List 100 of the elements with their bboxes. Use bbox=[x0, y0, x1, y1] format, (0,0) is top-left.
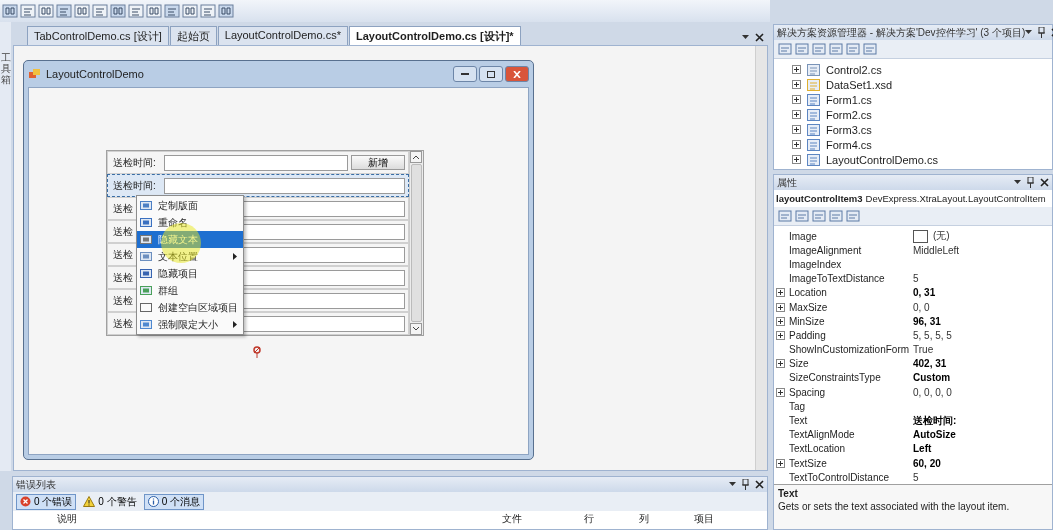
close-icon[interactable] bbox=[1040, 178, 1049, 187]
property-value[interactable]: AutoSize bbox=[913, 429, 956, 441]
expand-icon[interactable] bbox=[792, 80, 801, 89]
tree-item[interactable]: Form3.cs bbox=[826, 123, 872, 136]
scroll-up-icon[interactable] bbox=[410, 151, 423, 163]
property-value[interactable]: (无) bbox=[933, 229, 950, 244]
scroll-down-icon[interactable] bbox=[410, 323, 423, 335]
property-name[interactable]: Text bbox=[786, 415, 913, 427]
property-value[interactable]: 0, 0, 0, 0 bbox=[913, 386, 952, 398]
document-tab[interactable]: TabControlDemo.cs [设计] bbox=[27, 26, 169, 45]
property-value[interactable]: MiddleLeft bbox=[913, 244, 960, 256]
tree-item[interactable]: Form4.cs bbox=[826, 138, 872, 151]
scrollbar-thumb[interactable] bbox=[411, 164, 422, 322]
property-value[interactable]: 60, 20 bbox=[913, 457, 941, 469]
property-value[interactable]: 0, 0 bbox=[913, 301, 930, 313]
expand-icon[interactable] bbox=[776, 288, 785, 298]
property-name[interactable]: Image bbox=[786, 230, 913, 242]
property-name[interactable]: ImageIndex bbox=[786, 258, 913, 270]
filter-button[interactable]: 0 个消息 bbox=[143, 493, 205, 510]
expand-icon[interactable] bbox=[776, 458, 785, 468]
text-icon[interactable] bbox=[20, 3, 36, 19]
property-value[interactable]: 5 bbox=[913, 273, 919, 285]
layout-icon[interactable] bbox=[2, 3, 18, 19]
property-value[interactable]: 5, 5, 5, 5 bbox=[913, 329, 952, 341]
expand-icon[interactable] bbox=[792, 110, 801, 119]
property-value[interactable]: Custom bbox=[913, 372, 951, 384]
minimize-button[interactable] bbox=[453, 66, 477, 82]
expand-icon[interactable] bbox=[776, 316, 785, 326]
dropdown-icon[interactable] bbox=[1025, 30, 1033, 35]
filter-button[interactable]: 0 个错误 bbox=[16, 493, 77, 510]
close-icon[interactable] bbox=[755, 32, 764, 42]
property-name[interactable]: Size bbox=[786, 358, 913, 370]
property-name[interactable]: MaxSize bbox=[786, 301, 913, 313]
submenu-arrow-icon bbox=[233, 321, 237, 328]
layout-item[interactable]: 送检时间: 新增 bbox=[107, 151, 409, 174]
property-name[interactable]: SizeConstraintsType bbox=[786, 372, 913, 384]
scrollbar[interactable] bbox=[755, 46, 767, 470]
close-icon[interactable] bbox=[755, 480, 764, 489]
property-name[interactable]: ImageToTextDistance bbox=[786, 273, 913, 285]
minimize-icon bbox=[461, 72, 469, 76]
column-header[interactable]: 行 bbox=[584, 512, 640, 526]
grid-icon[interactable] bbox=[74, 3, 90, 19]
property-value[interactable]: 402, 31 bbox=[913, 358, 947, 370]
layout-item[interactable]: 送检时间: bbox=[107, 174, 409, 197]
tree-item[interactable]: Form2.cs bbox=[826, 108, 872, 121]
tree-item[interactable]: Control2.cs bbox=[826, 63, 882, 76]
document-tab[interactable]: LayoutControlDemo.cs [设计]* bbox=[348, 26, 521, 45]
submenu-arrow-icon bbox=[233, 253, 237, 260]
property-name[interactable]: MinSize bbox=[786, 315, 913, 327]
expand-icon[interactable] bbox=[792, 140, 801, 149]
dropdown-icon[interactable] bbox=[1014, 180, 1021, 185]
property-name[interactable]: ImageAlignment bbox=[786, 244, 913, 256]
tree-item[interactable]: LayoutControlDemo.cs bbox=[826, 153, 938, 166]
expand-icon[interactable] bbox=[776, 302, 785, 312]
expand-icon[interactable] bbox=[776, 359, 785, 369]
property-name[interactable]: Tag bbox=[786, 400, 913, 412]
property-name[interactable]: Location bbox=[786, 287, 913, 299]
expand-icon[interactable] bbox=[776, 330, 785, 340]
column-header[interactable]: 列 bbox=[639, 512, 694, 526]
filter-button[interactable]: 0 个警告 bbox=[79, 493, 141, 510]
document-tab[interactable]: LayoutControlDemo.cs* bbox=[217, 26, 348, 45]
add-button[interactable]: 新增 bbox=[351, 155, 405, 170]
dropdown-icon[interactable] bbox=[742, 34, 749, 40]
property-value[interactable]: True bbox=[913, 344, 934, 356]
column-header[interactable]: 文件 bbox=[502, 512, 585, 526]
input-field[interactable] bbox=[164, 177, 405, 194]
property-name[interactable]: TextSize bbox=[786, 457, 913, 469]
property-value[interactable]: 96, 31 bbox=[913, 315, 941, 327]
property-name[interactable]: ShowInCustomizationForm bbox=[786, 344, 913, 356]
property-value[interactable]: 0, 31 bbox=[913, 287, 936, 299]
pin-icon[interactable] bbox=[1027, 177, 1034, 188]
column-header[interactable]: 项目 bbox=[694, 512, 767, 526]
document-tab[interactable]: 起始页 bbox=[169, 26, 217, 45]
column-header[interactable]: 说明 bbox=[57, 512, 503, 526]
tree-item[interactable]: Form1.cs bbox=[826, 93, 872, 106]
pin-icon[interactable] bbox=[1038, 27, 1046, 38]
menu-item[interactable]: 定制版面 bbox=[137, 197, 243, 214]
property-name[interactable]: TextAlignMode bbox=[786, 429, 913, 441]
menu-item[interactable]: 隐藏项目 bbox=[137, 265, 243, 282]
property-name[interactable]: Padding bbox=[786, 329, 913, 341]
close-button[interactable] bbox=[505, 66, 529, 82]
property-name[interactable]: TextLocation bbox=[786, 443, 913, 455]
property-name[interactable]: TextToControlDistance bbox=[786, 471, 913, 483]
property-value[interactable]: 5 bbox=[913, 471, 919, 483]
input-field[interactable] bbox=[164, 154, 348, 171]
property-value[interactable]: 送检时间: bbox=[913, 413, 957, 428]
maximize-button[interactable] bbox=[479, 66, 503, 82]
toolbox-tab[interactable]: 工具箱 bbox=[0, 52, 11, 85]
expand-icon[interactable] bbox=[776, 387, 785, 397]
expand-icon[interactable] bbox=[792, 65, 801, 74]
file-icon bbox=[807, 153, 820, 166]
property-value[interactable]: Left bbox=[913, 443, 932, 455]
dropdown-icon[interactable] bbox=[729, 482, 736, 487]
expand-icon[interactable] bbox=[792, 125, 801, 134]
property-name[interactable]: Spacing bbox=[786, 386, 913, 398]
menu-item[interactable]: 强制限定大小 bbox=[137, 316, 243, 333]
pin-icon[interactable] bbox=[742, 479, 749, 490]
expand-icon[interactable] bbox=[792, 95, 801, 104]
tree-item[interactable]: DataSet1.xsd bbox=[826, 78, 893, 91]
expand-icon[interactable] bbox=[792, 155, 801, 164]
